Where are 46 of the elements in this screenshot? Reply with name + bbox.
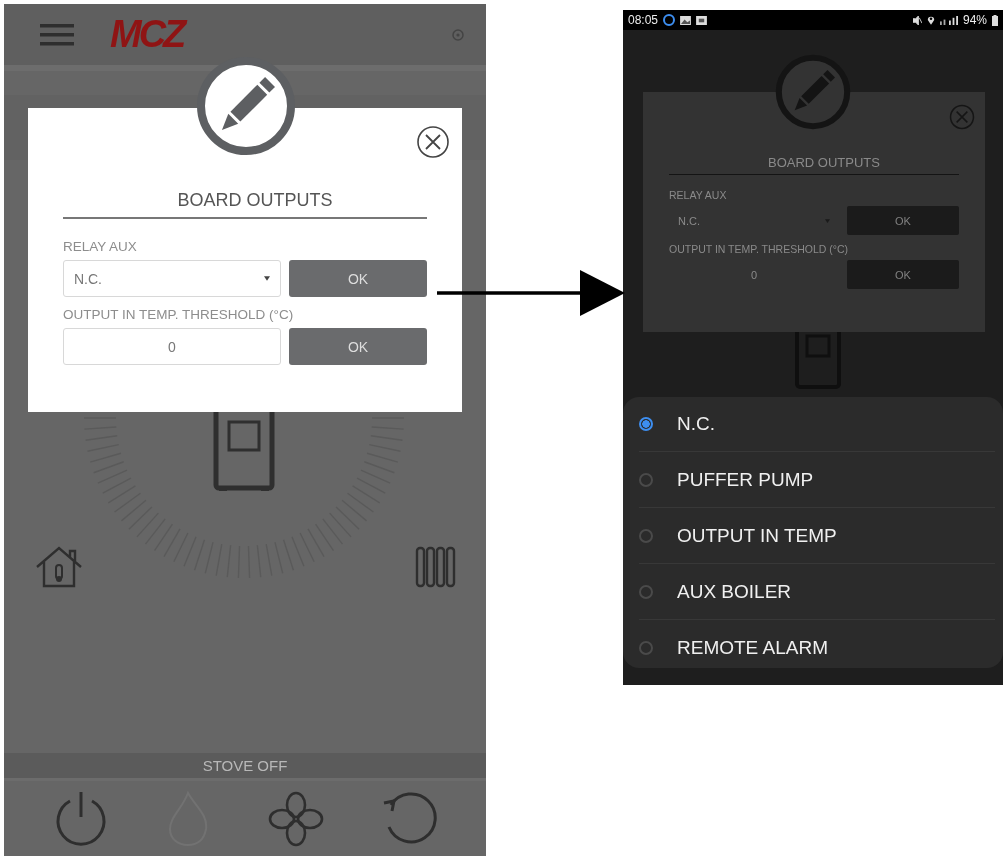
brand-logo: MCZ [110,13,184,56]
picture-icon [680,15,692,25]
field-label: OUTPUT IN TEMP. THRESHOLD (°C) [669,243,850,255]
option-item[interactable]: N.C. [639,397,995,451]
radio-button[interactable] [639,584,653,599]
option-item[interactable]: OUTPUT IN TEMP [639,507,995,563]
input-field[interactable]: 0 [63,328,281,365]
menu-icon[interactable] [40,23,74,46]
signal-icon [939,15,958,25]
option-label: N.C. [677,413,715,435]
option-label: AUX BOILER [677,580,792,603]
battery-level: 94% [962,13,987,27]
radio-button[interactable] [639,472,653,487]
ok-button[interactable]: OK [847,260,959,289]
house-thermometer-icon[interactable] [34,545,84,589]
ok-button[interactable]: OK [289,328,427,365]
radiator-icon[interactable] [414,545,458,589]
close-icon[interactable] [416,125,450,159]
option-label: PUFFER PUMP [677,468,814,491]
fan-icon[interactable] [267,790,324,847]
dropdown-field[interactable]: N.C. [63,260,281,297]
stove-status: STOVE OFF [202,757,288,774]
option-label: OUTPUT IN TEMP [677,524,837,547]
message-icon [696,15,708,25]
option-label: REMOTE ALARM [677,636,828,659]
ok-button[interactable]: OK [289,260,427,297]
field-label: RELAY AUX [669,189,728,201]
field-label: RELAY AUX [63,239,138,254]
clock-time: 08:05 [628,13,659,27]
reset-icon[interactable] [381,790,438,847]
radio-button[interactable] [639,417,653,431]
mute-icon [912,15,922,25]
location-icon [926,15,935,25]
radio-button[interactable] [639,640,653,655]
sync-icon [663,14,676,26]
dialog-title: BOARD OUTPUTS [669,155,959,175]
option-item[interactable]: AUX BOILER [639,563,995,619]
caret-icon [825,218,830,223]
ok-button[interactable]: OK [847,206,959,235]
dialog-title: BOARD OUTPUTS [63,190,427,219]
option-item[interactable]: REMOTE ALARM [639,619,995,675]
caret-icon [264,276,270,281]
field-label: OUTPUT IN TEMP. THRESHOLD (°C) [63,307,295,322]
battery-icon [992,14,998,26]
option-item[interactable]: PUFFER PUMP [639,451,995,507]
radio-button[interactable] [639,528,653,543]
